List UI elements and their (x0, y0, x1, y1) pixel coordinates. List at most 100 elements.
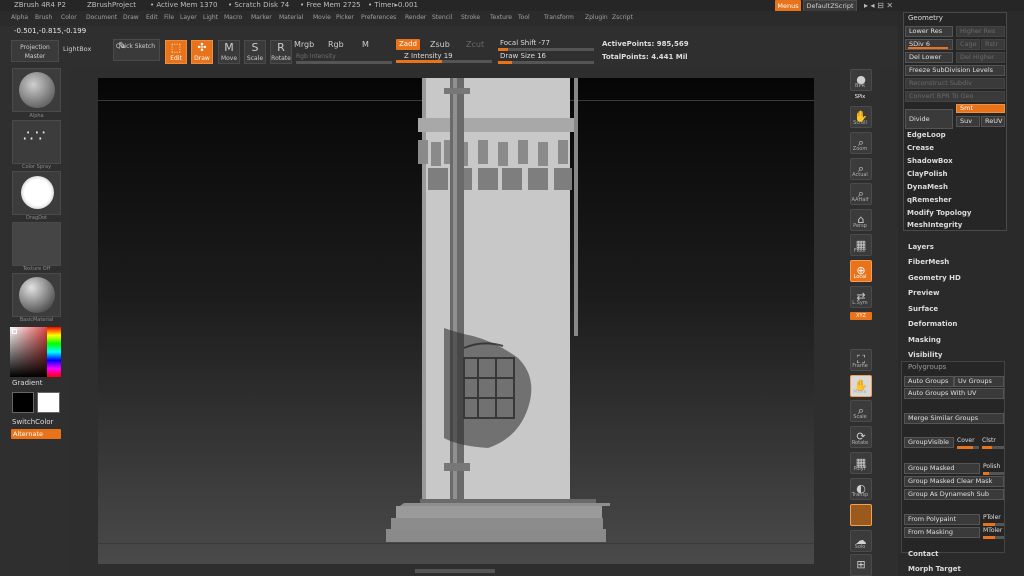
meshintegrity-section[interactable]: MeshIntegrity (907, 221, 962, 229)
menu-tool[interactable]: Tool (518, 14, 530, 21)
draw-button[interactable]: ✣ Draw (191, 40, 213, 64)
claypolish-section[interactable]: ClayPolish (907, 170, 948, 178)
m-toggle[interactable]: M (362, 40, 369, 49)
reuv-button[interactable]: ReUV (981, 116, 1005, 127)
mtolerance-slider[interactable]: MToler (983, 527, 1002, 534)
auto-groups-with-uv-button[interactable]: Auto Groups With UV (904, 388, 1004, 399)
draw-size-track[interactable] (498, 61, 594, 64)
coverage-track[interactable] (957, 446, 979, 449)
layers-section[interactable]: Layers (908, 243, 934, 251)
masking-section[interactable]: Masking (908, 336, 941, 344)
smt-toggle[interactable]: Smt (956, 104, 1005, 113)
menu-picker[interactable]: Picker (336, 14, 354, 21)
viewport-scrollbar[interactable] (415, 569, 495, 573)
rgb-toggle[interactable]: Rgb (328, 40, 344, 49)
polish-track[interactable] (983, 472, 1004, 475)
fibermesh-section[interactable]: FiberMesh (908, 258, 949, 266)
menu-zplugin[interactable]: Zplugin (585, 14, 608, 21)
from-masking-button[interactable]: From Masking (904, 527, 980, 538)
merge-similar-groups-button[interactable]: Merge Similar Groups (904, 413, 1004, 424)
del-lower-button[interactable]: Del Lower (905, 52, 953, 63)
zadd-button[interactable]: Zadd (396, 39, 420, 50)
rstr-button[interactable]: Rstr (981, 39, 1005, 50)
menu-movie[interactable]: Movie (313, 14, 331, 21)
group-masked-clear-mask-button[interactable]: Group Masked Clear Mask (904, 476, 1004, 487)
secondary-color-swatch[interactable] (37, 392, 60, 413)
main-color-swatch[interactable] (12, 392, 34, 413)
menu-document[interactable]: Document (86, 14, 117, 21)
edit-button[interactable]: ⬚ Edit (165, 40, 187, 64)
texture-thumbnail[interactable] (12, 222, 61, 266)
modify-topology-section[interactable]: Modify Topology (907, 209, 972, 217)
contact-section[interactable]: Contact (908, 550, 939, 558)
mtolerance-track[interactable] (983, 536, 1004, 539)
freeze-subdivision-levels-button[interactable]: Freeze SubDivision Levels (905, 65, 1005, 76)
clustering-track[interactable] (982, 446, 1004, 449)
qremesher-section[interactable]: qRemesher (907, 196, 952, 204)
menu-file[interactable]: File (164, 14, 174, 21)
del-higher-button[interactable]: Del Higher (956, 52, 1005, 63)
menu-edit[interactable]: Edit (146, 14, 158, 21)
rgb-intensity-track[interactable] (296, 61, 392, 64)
polygroups-title[interactable]: Polygroups (908, 363, 946, 371)
preview-section[interactable]: Preview (908, 289, 940, 297)
zsub-button[interactable]: Zsub (430, 40, 450, 49)
lower-res-button[interactable]: Lower Res (905, 26, 953, 37)
move-button[interactable]: M Move (218, 40, 240, 64)
focal-shift-track[interactable] (498, 48, 594, 51)
3d-model-render[interactable] (98, 78, 814, 564)
edgeloop-section[interactable]: EdgeLoop (907, 131, 946, 139)
alpha-dragdot-thumbnail[interactable] (12, 171, 61, 215)
menu-alpha[interactable]: Alpha (11, 14, 28, 21)
menu-render[interactable]: Render (405, 14, 426, 21)
suv-toggle[interactable]: Suv (956, 116, 980, 127)
window-controls[interactable]: ▸ ◂ ⊟ ✕ (864, 1, 893, 10)
surface-section[interactable]: Surface (908, 305, 938, 313)
draw-size-slider[interactable]: Draw Size 16 (500, 52, 546, 60)
polish-slider[interactable]: Polish (983, 463, 1000, 470)
auto-groups-button[interactable]: Auto Groups (904, 376, 954, 387)
gradient-toggle[interactable]: Gradient (12, 379, 42, 387)
menu-color[interactable]: Color (61, 14, 77, 21)
ghost-button[interactable] (850, 504, 872, 526)
xyz-button[interactable]: XYZ (850, 312, 872, 320)
z-intensity-track[interactable] (396, 60, 492, 63)
menu-brush[interactable]: Brush (35, 14, 52, 21)
scale-button[interactable]: S Scale (244, 40, 266, 64)
ptolerance-slider[interactable]: PToler (983, 514, 1001, 521)
hue-strip[interactable] (47, 327, 61, 377)
sdiv-slider[interactable]: SDiv 6 (905, 39, 953, 50)
xpose-button[interactable]: ⊞ (850, 554, 872, 576)
uv-groups-button[interactable]: Uv Groups (954, 376, 1004, 387)
menu-texture[interactable]: Texture (490, 14, 512, 21)
divide-button[interactable]: Divide (905, 109, 953, 129)
group-as-dynamesh-sub-button[interactable]: Group As Dynamesh Sub (904, 489, 1004, 500)
mrgb-toggle[interactable]: Mrgb (294, 40, 314, 49)
menu-macro[interactable]: Macro (224, 14, 242, 21)
rotate-button[interactable]: R Rotate (270, 40, 292, 64)
higher-res-button[interactable]: Higher Res (956, 26, 1005, 37)
color-picker[interactable] (10, 327, 61, 377)
canvas-viewport[interactable] (98, 78, 814, 564)
menu-preferences[interactable]: Preferences (361, 14, 396, 21)
ptolerance-track[interactable] (983, 523, 1004, 526)
geometry-hd-section[interactable]: Geometry HD (908, 274, 961, 282)
menu-marker[interactable]: Marker (251, 14, 272, 21)
group-visible-button[interactable]: GroupVisible (904, 437, 954, 448)
switch-color-button[interactable]: SwitchColor (12, 418, 53, 426)
cage-button[interactable]: Cage (956, 39, 980, 50)
from-polypaint-button[interactable]: From Polypaint (904, 514, 980, 525)
stroke-thumbnail[interactable]: ∴∵ (12, 120, 61, 164)
group-masked-button[interactable]: Group Masked (904, 463, 980, 474)
menu-stencil[interactable]: Stencil (432, 14, 452, 21)
menu-layer[interactable]: Layer (180, 14, 197, 21)
clustering-slider[interactable]: Clstr (982, 437, 996, 444)
shadowbox-section[interactable]: ShadowBox (907, 157, 953, 165)
spix-slider[interactable]: SPix (840, 94, 880, 100)
menu-zscript[interactable]: Zscript (612, 14, 633, 21)
reconstruct-subdiv-button[interactable]: Reconstruct Subdiv (905, 78, 1005, 89)
lightbox-button[interactable]: LightBox (63, 45, 91, 53)
menu-draw[interactable]: Draw (123, 14, 139, 21)
quick-sketch-button[interactable]: ✎ Quick Sketch (113, 39, 160, 61)
rgb-intensity-slider[interactable]: Rgb Intensity (296, 53, 336, 60)
